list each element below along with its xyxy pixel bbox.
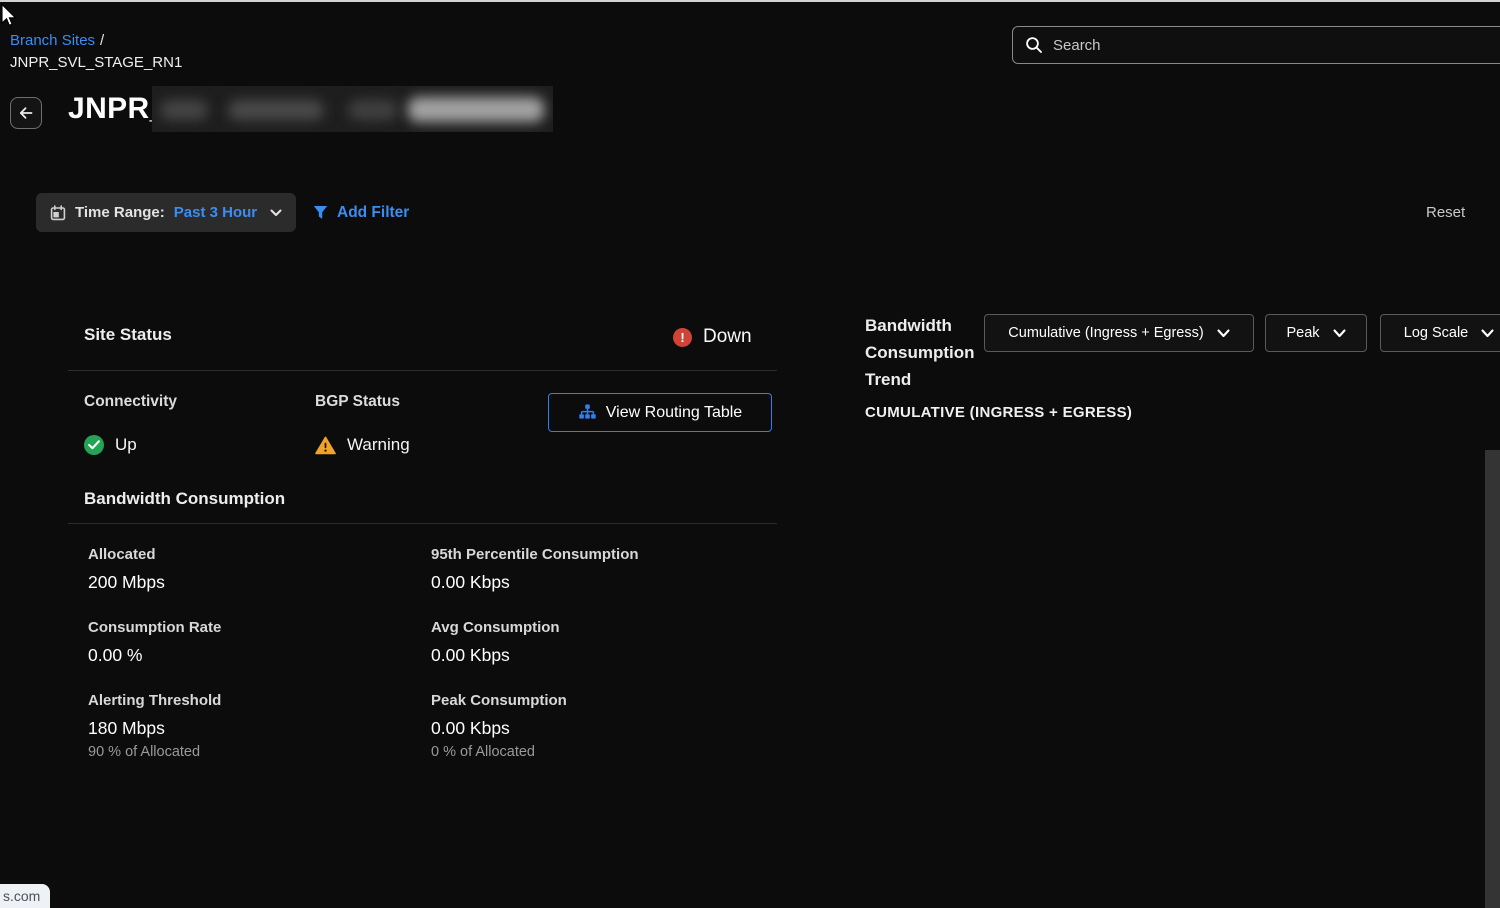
bgp-status-label: BGP Status <box>315 393 400 411</box>
check-circle-icon <box>84 435 104 455</box>
trend-aggregation-dropdown-value: Peak <box>1286 325 1319 341</box>
warning-triangle-icon <box>315 436 336 455</box>
metric-allocated: Allocated 200 Mbps <box>88 546 165 593</box>
trend-scale-dropdown[interactable]: Log Scale <box>1380 314 1500 352</box>
back-arrow-icon <box>18 105 34 121</box>
metric-label: 95th Percentile Consumption <box>431 546 639 563</box>
metric-note: 90 % of Allocated <box>88 744 221 760</box>
trend-metric-dropdown-value: Cumulative (Ingress + Egress) <box>1008 325 1203 341</box>
metric-label: Peak Consumption <box>431 692 567 709</box>
metric-label: Allocated <box>88 546 165 563</box>
search-box[interactable] <box>1012 26 1500 64</box>
site-status-value: Down <box>703 326 752 348</box>
bandwidth-consumption-heading: Bandwidth Consumption <box>84 489 285 509</box>
divider <box>68 370 777 371</box>
redacted-title-text <box>152 86 553 132</box>
reset-button[interactable]: Reset <box>1426 193 1465 232</box>
bandwidth-trend-heading: Bandwidth Consumption Trend <box>865 312 981 393</box>
metric-value: 0.00 % <box>88 645 221 666</box>
connectivity-label: Connectivity <box>84 393 177 411</box>
metric-value: 0.00 Kbps <box>431 718 567 739</box>
metric-95th-percentile: 95th Percentile Consumption 0.00 Kbps <box>431 546 639 593</box>
metric-label: Consumption Rate <box>88 619 221 636</box>
metric-value: 0.00 Kbps <box>431 645 560 666</box>
metric-note: 0 % of Allocated <box>431 744 567 760</box>
browser-status-bar: s.com <box>0 884 50 908</box>
search-input[interactable] <box>1053 37 1500 54</box>
bgp-value: Warning <box>347 435 410 455</box>
metric-consumption-rate: Consumption Rate 0.00 % <box>88 619 221 666</box>
browser-window-edge <box>0 0 1500 2</box>
bgp-status: Warning <box>315 435 410 455</box>
redacted-blob <box>160 100 208 120</box>
breadcrumb: Branch Sites / JNPR_SVL_STAGE_RN1 <box>10 30 182 73</box>
divider <box>68 523 777 524</box>
redacted-blob <box>408 97 544 122</box>
error-circle-icon: ! <box>673 328 692 347</box>
time-range-value: Past 3 Hour <box>174 204 257 221</box>
calendar-icon <box>50 205 66 221</box>
view-routing-table-label: View Routing Table <box>606 404 742 422</box>
connectivity-status: Up <box>84 435 137 455</box>
app-window: Branch Sites/ JNPR_SVL_STAGE_RN1 JNPR_ <box>0 0 1500 908</box>
add-filter-label: Add Filter <box>337 204 409 222</box>
view-routing-table-button[interactable]: View Routing Table <box>548 393 772 432</box>
metric-alerting-threshold: Alerting Threshold 180 Mbps 90 % of Allo… <box>88 692 221 760</box>
filter-funnel-icon <box>313 205 328 220</box>
breadcrumb-current-site: JNPR_SVL_STAGE_RN1 <box>10 52 182 73</box>
metric-label: Alerting Threshold <box>88 692 221 709</box>
site-status-heading: Site Status <box>84 325 172 345</box>
breadcrumb-separator: / <box>100 32 104 49</box>
connectivity-value: Up <box>115 435 137 455</box>
vertical-scrollbar[interactable] <box>1485 450 1500 908</box>
routing-sitemap-icon <box>578 404 597 421</box>
metric-value: 180 Mbps <box>88 718 221 739</box>
trend-aggregation-dropdown[interactable]: Peak <box>1265 314 1367 352</box>
mouse-cursor-icon <box>0 3 18 29</box>
trend-chart-title: CUMULATIVE (INGRESS + EGRESS) <box>865 404 1132 421</box>
back-button[interactable] <box>10 97 42 129</box>
add-filter-button[interactable]: Add Filter <box>313 193 409 232</box>
chevron-down-icon <box>270 209 282 217</box>
metric-value: 0.00 Kbps <box>431 572 639 593</box>
redacted-blob <box>348 100 398 120</box>
chevron-down-icon <box>1333 329 1346 338</box>
time-range-label: Time Range: <box>75 204 165 221</box>
metric-value: 200 Mbps <box>88 572 165 593</box>
time-range-dropdown[interactable]: Time Range: Past 3 Hour <box>36 193 296 232</box>
trend-scale-dropdown-value: Log Scale <box>1404 325 1469 341</box>
breadcrumb-link-branch-sites[interactable]: Branch Sites <box>10 32 95 49</box>
search-icon <box>1025 36 1043 54</box>
chevron-down-icon <box>1481 329 1494 338</box>
trend-metric-dropdown[interactable]: Cumulative (Ingress + Egress) <box>984 314 1254 352</box>
metric-avg-consumption: Avg Consumption 0.00 Kbps <box>431 619 560 666</box>
site-status-badge: ! Down <box>673 326 752 348</box>
redacted-blob <box>228 100 324 120</box>
metric-label: Avg Consumption <box>431 619 560 636</box>
chevron-down-icon <box>1217 329 1230 338</box>
metric-peak-consumption: Peak Consumption 0.00 Kbps 0 % of Alloca… <box>431 692 567 760</box>
